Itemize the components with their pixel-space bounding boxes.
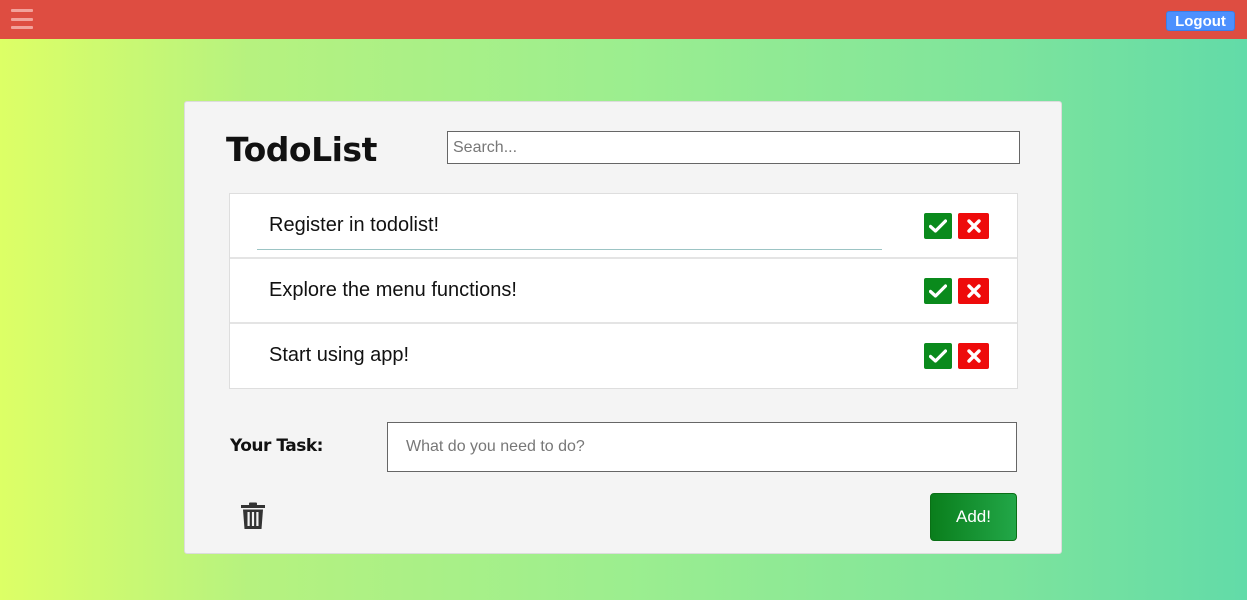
x-icon (966, 219, 981, 233)
todo-item: Start using app! (230, 324, 1017, 388)
task-input[interactable] (387, 422, 1017, 472)
hamburger-menu-icon[interactable] (11, 9, 33, 29)
todo-card: TodoList Register in todolist! Explore t… (184, 101, 1062, 554)
x-icon (966, 349, 981, 363)
delete-button[interactable] (958, 213, 989, 239)
todo-item-text: Register in todolist! (269, 214, 440, 236)
logout-button[interactable]: Logout (1166, 11, 1235, 31)
item-underline (257, 249, 882, 250)
todo-item-text: Explore the menu functions! (269, 279, 517, 301)
hamburger-line (11, 26, 33, 29)
todo-list: Register in todolist! Explore the menu f… (229, 193, 1018, 389)
done-button[interactable] (924, 343, 952, 369)
task-label: Your Task: (230, 436, 323, 456)
todo-item: Register in todolist! (230, 194, 1017, 259)
page-title: TodoList (226, 130, 377, 169)
check-icon (929, 349, 947, 363)
x-icon (966, 284, 981, 298)
hamburger-line (11, 17, 33, 21)
check-icon (929, 219, 947, 233)
trash-icon[interactable] (240, 502, 266, 530)
delete-button[interactable] (958, 278, 989, 304)
hamburger-line (11, 9, 33, 12)
search-input[interactable] (447, 131, 1020, 164)
check-icon (929, 284, 947, 298)
add-button[interactable]: Add! (930, 493, 1017, 541)
top-bar: Logout (0, 0, 1247, 39)
todo-item-text: Start using app! (269, 344, 410, 366)
delete-button[interactable] (958, 343, 989, 369)
done-button[interactable] (924, 213, 952, 239)
todo-item: Explore the menu functions! (230, 259, 1017, 324)
done-button[interactable] (924, 278, 952, 304)
